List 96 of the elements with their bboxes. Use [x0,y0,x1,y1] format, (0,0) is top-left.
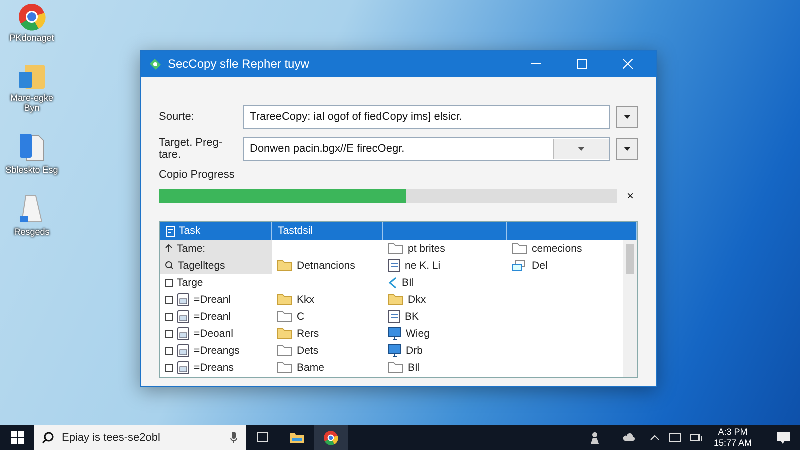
folder-icon [512,242,528,255]
folder-icon [388,361,404,374]
table-cell: =Dreangs [194,344,240,356]
checkbox-icon [165,296,173,304]
checkbox-icon [165,312,173,320]
desktop-icon-label: PKdonaget [8,34,56,44]
table-cell: Bame [297,362,324,374]
table-cell: ne K. Li [405,260,441,272]
progress-label: Copio Progress [159,169,236,181]
app-logo-icon [149,58,162,70]
monitor-icon [388,326,402,340]
target-field[interactable]: Donwen pacin.bgx//E firecOegr. [243,137,610,161]
windows-logo-icon [10,431,24,444]
document-icon[interactable] [17,132,47,164]
checkbox-icon [165,278,173,286]
scrollbar[interactable] [623,240,637,377]
chevron-up-icon [650,434,660,440]
minimize-icon [531,63,541,65]
table-cell: Targe [177,276,204,288]
table-cell: Detnancions [297,260,356,272]
person-icon [590,432,600,444]
document-icon [388,310,401,324]
caret-icon [624,115,630,119]
speech-bubble-icon [776,432,790,444]
browser-icon [323,430,339,446]
search-icon [42,432,54,444]
search-icon [165,261,174,270]
cloud-icon [622,433,635,442]
folder-icon [277,310,293,323]
table-cell: Del [532,260,548,272]
source-label: Sourte: [159,111,196,123]
checkbox-icon [165,364,173,372]
cancel-button[interactable]: × [622,189,638,203]
table-cell: =Deoanl [194,328,234,340]
folder-icon [388,293,404,306]
folder-icon [388,242,404,255]
document-icon [388,258,401,272]
desktop-icon-label: Sbleskto Esg [4,166,60,176]
folder-icon [277,361,293,374]
table-cell: Dets [297,344,319,356]
search-field[interactable]: Epiay is tees-se2obl [34,425,246,450]
table-cell: Drb [406,344,423,356]
table-cell: C [297,310,305,322]
window-title: SecCopy sfle Repher tuyw [168,57,310,71]
table-cell: =Dreans [194,362,234,374]
table-cell: BIl [408,362,420,374]
folder-icon [289,431,305,444]
checkbox-icon [165,330,173,338]
table-cell: Wieg [406,328,430,340]
close-icon [623,59,633,69]
column-header[interactable]: Tastdsil [272,222,383,240]
target-label: Target. Preg-tare. [159,137,224,161]
network-icon [690,433,704,442]
monitor-icon [388,344,402,358]
keyboard-icon [668,433,681,442]
task-view-icon [256,432,270,443]
caret-icon [624,147,630,151]
table-cell: =Dreanl [194,294,232,306]
caret-icon [578,147,585,151]
table-cell: Tagelltegs [178,260,226,272]
form-icon [177,344,190,358]
form-icon [177,326,190,340]
form-icon [177,310,190,324]
table-cell: BIl [402,276,414,288]
dropdown-button[interactable] [616,138,638,160]
folder-icon [277,327,293,340]
dropdown-button[interactable] [616,106,638,128]
field-dropdown-button[interactable] [553,139,609,159]
desktop-icon-label: Resgeds [13,228,51,238]
table-cell: cemecions [532,242,582,254]
folder-icon [277,293,293,306]
desktop-icon-label: Mare-egke Byn [9,94,55,114]
table-cell: Dkx [408,294,426,306]
folder-icon [277,344,293,357]
folders-icon [512,259,528,272]
browser-button[interactable] [314,425,348,450]
checkbox-icon [165,346,173,354]
folder-icon [277,259,293,272]
form-icon [177,360,190,374]
table-cell: =Dreanl [194,310,232,322]
search-input[interactable]: Epiay is tees-se2obl [60,430,224,444]
clock-date[interactable]: 15:77 AM [714,438,752,448]
microphone-icon [230,432,238,443]
table-cell: pt brites [408,242,446,254]
maximize-icon [577,59,587,69]
table-cell: Kkx [297,294,315,306]
table-cell: Rers [297,328,320,340]
table-cell: Tame: [177,242,206,254]
source-field[interactable]: TrareeCopy: ial ogof of fiedCopy ims] elsicr. [243,105,610,129]
browser-icon[interactable] [17,2,47,32]
form-icon [177,292,190,306]
table-cell: BK [405,310,420,322]
up-arrow-icon [165,244,173,253]
clock-time[interactable]: A:3 PM [718,427,748,438]
target-value: Donwen pacin.bgx//E firecOegr. [250,143,406,155]
list-icon [166,226,175,236]
